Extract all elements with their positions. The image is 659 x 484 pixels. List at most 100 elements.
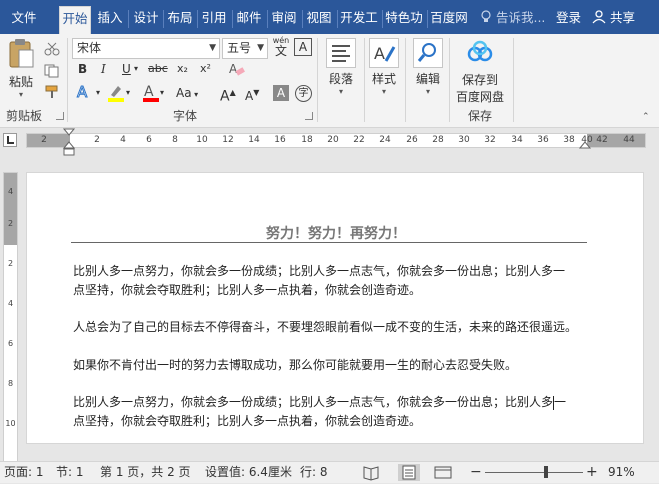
clear-formatting-icon[interactable]: A — [228, 60, 246, 78]
ruler-tick-label: 30 — [458, 135, 470, 145]
zoom-in-button[interactable]: + — [586, 462, 598, 482]
paragraph-3[interactable]: 如果你不肯付出一时的努力去博取成功，那么你可能就要用一生的耐心去忍受失败。 — [73, 356, 603, 375]
clipboard-launcher[interactable] — [56, 112, 64, 120]
strikethrough-button[interactable]: abc — [148, 59, 168, 79]
status-setting[interactable]: 设置值: 6.4厘米 — [205, 462, 292, 482]
tab-mailings[interactable]: 邮件 — [233, 6, 265, 30]
tab-layout[interactable]: 布局 — [164, 6, 196, 30]
ruler-tick-label: 24 — [379, 135, 391, 145]
vertical-ruler[interactable]: 4 2 2 4 6 8 10 — [3, 172, 18, 462]
share-button[interactable]: 共享 — [592, 6, 635, 30]
highlight-icon[interactable] — [106, 83, 126, 103]
zoom-level[interactable]: 91% — [608, 462, 635, 482]
font-name-combo[interactable]: 宋体 ▼ — [72, 38, 220, 59]
italic-button[interactable]: I — [101, 59, 106, 79]
read-mode-button[interactable] — [360, 464, 382, 481]
paragraph-line: 人总会为了自己的目标去不停得奋斗，不要埋怨眼前看似一成不变的生活，未来的路还很遥… — [73, 320, 578, 334]
ruler-tick-label: 10 — [5, 419, 16, 428]
tab-references[interactable]: 引用 — [198, 6, 230, 30]
shrink-font-label: A — [245, 89, 254, 103]
status-page[interactable]: 页面: 1 — [4, 462, 44, 482]
save-to-baidu-button[interactable]: 保存到 百度网盘 — [452, 38, 508, 105]
collapse-ribbon-icon[interactable]: ⌃ — [642, 112, 650, 122]
font-name-value: 宋体 — [77, 41, 102, 55]
paragraph-2[interactable]: 人总会为了自己的目标去不停得奋斗，不要埋怨眼前看似一成不变的生活，未来的路还很遥… — [73, 318, 603, 337]
styles-button[interactable]: A 样式 ▾ — [366, 38, 402, 96]
shrink-font-button[interactable]: A▼ — [245, 83, 259, 103]
paragraph-line: 比别人多一点努力，你就会多一份成绩；比别人多一点志气，你就会多一份出息；比别人多… — [73, 264, 566, 278]
paragraph-line: 点坚持，你就会夺取胜利；比别人多一点执着，你就会创造奇迹。 — [73, 414, 422, 428]
right-indent-icon[interactable] — [579, 140, 591, 152]
tab-file[interactable]: 文件 — [4, 6, 44, 30]
subscript-button[interactable]: x₂ — [177, 59, 188, 79]
status-section[interactable]: 节: 1 — [56, 462, 84, 482]
editing-button[interactable]: 编辑 ▾ — [410, 38, 446, 96]
document-page[interactable]: 努力！努力！再努力！ 比别人多一点努力，你就会多一份成绩；比别人多一点志气，你就… — [26, 172, 644, 444]
indent-marker-icon[interactable] — [63, 128, 75, 156]
tab-selector[interactable] — [3, 133, 17, 147]
superscript-button[interactable]: x² — [200, 59, 211, 79]
web-layout-button[interactable] — [432, 464, 454, 481]
font-color-icon[interactable]: A — [142, 83, 160, 103]
text-effects-icon[interactable]: A — [76, 83, 96, 101]
tab-tese[interactable]: 特色功 — [383, 6, 425, 30]
tell-me-box[interactable]: 告诉我... — [480, 6, 545, 30]
font-launcher[interactable] — [305, 112, 313, 120]
title-underline — [71, 242, 587, 243]
enclose-chars-button[interactable]: 字 — [295, 85, 312, 102]
tab-design[interactable]: 设计 — [130, 6, 162, 30]
chevron-down-icon[interactable]: ▾ — [160, 83, 164, 103]
char-shading-button[interactable]: A — [273, 85, 289, 101]
copy-icon[interactable] — [44, 64, 60, 78]
phonetic-guide-char: 文 — [274, 44, 287, 58]
magnifier-icon — [413, 38, 443, 68]
underline-button[interactable]: U — [122, 59, 131, 79]
bold-button[interactable]: B — [78, 59, 87, 79]
paragraph-icon — [326, 38, 356, 68]
tab-view[interactable]: 视图 — [303, 6, 335, 30]
web-icon — [434, 466, 452, 479]
horizontal-ruler[interactable]: 2 2 4 6 8 10 12 14 16 18 20 22 24 26 28 30 32 34 36 38 40 42 4… — [26, 133, 646, 148]
print-layout-button[interactable] — [398, 464, 420, 481]
font-group-label: 字体 — [173, 109, 198, 123]
paste-button[interactable]: 粘贴 ▾ — [6, 38, 36, 99]
ruler-tick-label: 8 — [172, 135, 178, 145]
ruler-tick-label: 38 — [563, 135, 575, 145]
svg-text:A: A — [77, 83, 88, 101]
tab-baidu[interactable]: 百度网 — [428, 6, 470, 30]
char-border-button[interactable]: A — [294, 38, 312, 56]
zoom-slider[interactable] — [485, 466, 583, 478]
group-divider — [449, 38, 450, 122]
tab-review[interactable]: 审阅 — [268, 6, 300, 30]
chevron-down-icon[interactable]: ▾ — [134, 59, 138, 79]
paragraph-button[interactable]: 段落 ▾ — [322, 38, 360, 96]
zoom-out-button[interactable]: − — [470, 462, 482, 482]
grow-font-label: A — [220, 88, 230, 105]
phonetic-guide-button[interactable]: wén 文 — [271, 36, 291, 58]
status-bar: 页面: 1 节: 1 第 1 页，共 2 页 设置值: 6.4厘米 行: 8 −… — [0, 461, 659, 483]
chevron-down-icon: ▾ — [338, 87, 343, 96]
grow-font-button[interactable]: A▲ — [220, 83, 236, 105]
ruler-tick-label: 10 — [196, 135, 208, 145]
font-size-combo[interactable]: 五号 ▼ — [222, 38, 268, 59]
ruler-tick-label: 4 — [120, 135, 126, 145]
chevron-down-icon[interactable]: ▾ — [126, 83, 130, 103]
tab-home[interactable]: 开始 — [59, 6, 91, 34]
paragraph-4[interactable]: 比别人多一点努力，你就会多一份成绩；比别人多一点志气，你就会多一份出息；比别人多… — [73, 393, 603, 431]
cut-icon[interactable] — [44, 42, 60, 56]
ruler-tick-label: 6 — [146, 135, 152, 145]
tab-insert[interactable]: 插入 — [94, 6, 126, 30]
font-size-value: 五号 — [227, 41, 252, 55]
status-line[interactable]: 行: 8 — [300, 462, 328, 482]
paste-label: 粘贴 — [8, 75, 33, 89]
ruler-tick-label: 32 — [484, 135, 496, 145]
styles-label: 样式 — [371, 72, 396, 86]
format-painter-icon[interactable] — [44, 85, 60, 99]
tab-developer[interactable]: 开发工 — [338, 6, 380, 30]
change-case-button[interactable]: Aa ▾ — [176, 83, 198, 103]
status-page-of[interactable]: 第 1 页，共 2 页 — [100, 462, 191, 482]
zoom-slider-thumb[interactable] — [543, 466, 548, 478]
chevron-down-icon[interactable]: ▾ — [96, 83, 100, 103]
login-button[interactable]: 登录 — [556, 6, 581, 30]
paragraph-1[interactable]: 比别人多一点努力，你就会多一份成绩；比别人多一点志气，你就会多一份出息；比别人多… — [73, 262, 603, 300]
